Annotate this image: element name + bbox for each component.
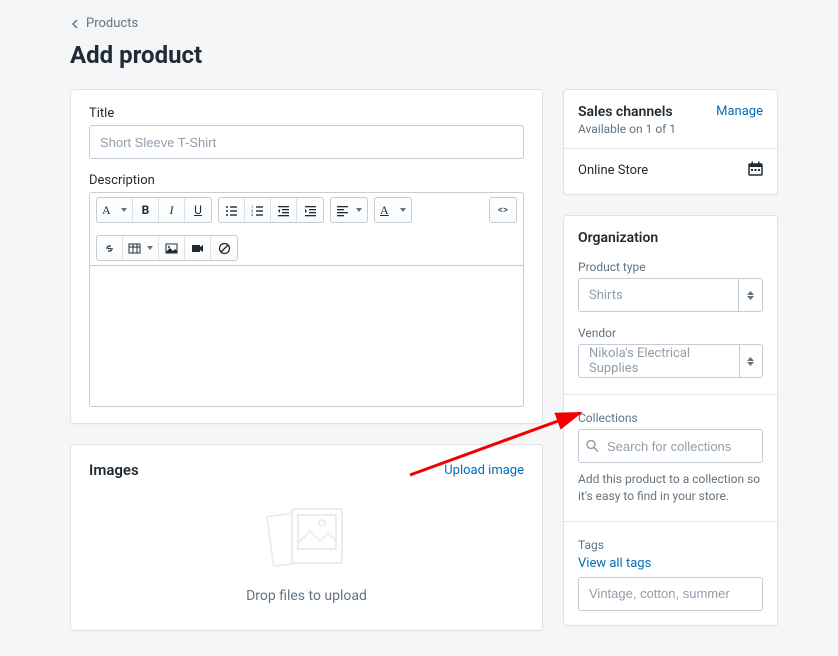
sales-channels-heading: Sales channels	[578, 104, 676, 120]
rte-indent-button[interactable]	[297, 198, 323, 222]
dropzone-illustration-icon	[262, 499, 352, 574]
rte-format-dropdown[interactable]: A	[97, 198, 133, 222]
search-icon	[586, 440, 599, 453]
sales-channels-subtext: Available on 1 of 1	[578, 122, 676, 136]
rte-image-button[interactable]	[159, 236, 185, 260]
rte-body[interactable]	[90, 266, 523, 406]
rte-outdent-button[interactable]	[271, 198, 297, 222]
rte-italic-button[interactable]: I	[159, 198, 185, 222]
calendar-icon[interactable]	[748, 161, 763, 180]
rte-bullet-list-button[interactable]	[219, 198, 245, 222]
vendor-label: Vendor	[578, 326, 763, 340]
card-title-description: Title Description A B I U	[70, 89, 543, 424]
card-images: Images Upload image	[70, 444, 543, 631]
title-label: Title	[89, 106, 524, 121]
chevron-left-icon	[70, 19, 80, 29]
rich-text-editor: A B I U 123	[89, 192, 524, 407]
page-title: Add product	[70, 41, 778, 69]
images-heading: Images	[89, 461, 139, 479]
select-caret-icon	[739, 345, 762, 377]
breadcrumb[interactable]: Products	[70, 16, 778, 31]
tags-heading: Tags	[578, 538, 763, 552]
dropzone-text: Drop files to upload	[246, 588, 367, 604]
tags-input[interactable]	[578, 577, 763, 611]
channel-name: Online Store	[578, 163, 648, 178]
rte-numbered-list-button[interactable]: 123	[245, 198, 271, 222]
breadcrumb-label: Products	[86, 16, 138, 31]
rte-html-button[interactable]: <>	[490, 198, 516, 222]
card-organization: Organization Product type Shirts Vendor	[563, 215, 778, 626]
rte-underline-button[interactable]: U	[185, 198, 211, 222]
select-caret-icon	[738, 279, 762, 311]
description-label: Description	[89, 173, 524, 188]
card-sales-channels: Sales channels Available on 1 of 1 Manag…	[563, 89, 778, 195]
title-input[interactable]	[89, 125, 524, 159]
organization-heading: Organization	[578, 230, 763, 246]
rte-align-dropdown[interactable]	[331, 198, 367, 222]
rte-video-button[interactable]	[185, 236, 211, 260]
collections-search-input[interactable]	[578, 429, 763, 463]
collections-helper: Add this product to a collection so it's…	[578, 471, 763, 505]
product-type-label: Product type	[578, 260, 763, 274]
upload-image-link[interactable]: Upload image	[444, 463, 524, 478]
rte-bold-button[interactable]: B	[133, 198, 159, 222]
rte-table-dropdown[interactable]	[123, 236, 159, 260]
manage-channels-link[interactable]: Manage	[716, 104, 763, 119]
rte-clear-format-button[interactable]	[211, 236, 237, 260]
rte-toolbar: A B I U 123	[90, 193, 523, 266]
rte-link-button[interactable]	[97, 236, 123, 260]
image-dropzone[interactable]: Drop files to upload	[89, 479, 524, 614]
product-type-select[interactable]: Shirts	[578, 278, 763, 312]
svg-text:3: 3	[251, 212, 253, 217]
view-all-tags-link[interactable]: View all tags	[578, 556, 763, 571]
vendor-select[interactable]: Nikola's Electrical Supplies	[578, 344, 763, 378]
collections-heading: Collections	[578, 411, 763, 425]
rte-color-dropdown[interactable]: A	[375, 198, 411, 222]
